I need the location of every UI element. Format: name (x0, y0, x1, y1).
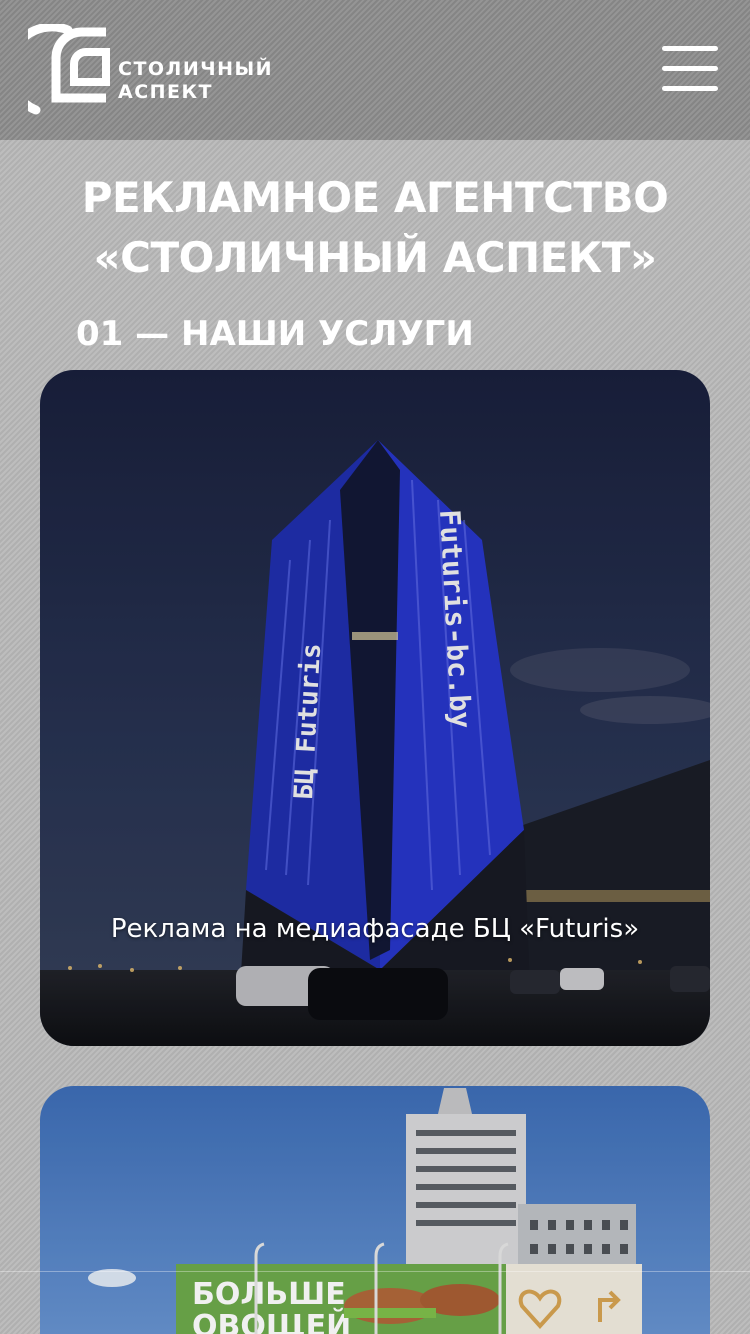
logo-line-2: АСПЕКТ (118, 81, 214, 103)
menu-bar (662, 86, 718, 91)
service-card-billboard[interactable]: БОЛЬШЕ ОВОЩЕЙ (40, 1086, 710, 1334)
hamburger-menu-icon[interactable] (662, 46, 718, 92)
logo[interactable]: СТОЛИЧНЫЙ АСПЕКТ (28, 24, 272, 116)
billboard-photo: БОЛЬШЕ ОВОЩЕЙ (40, 1086, 710, 1334)
service-card-mediafacade[interactable]: БЦ Futuris Futuris-bc.by Реклама на меди… (40, 370, 710, 1046)
menu-bar (662, 46, 718, 51)
site-header: СТОЛИЧНЫЙ АСПЕКТ (0, 0, 750, 140)
service-card-caption: Реклама на медиафасаде БЦ «Futuris» (110, 914, 640, 944)
section-title: 01 — НАШИ УСЛУГИ (76, 314, 474, 354)
logo-text: СТОЛИЧНЫЙ АСПЕКТ (118, 58, 273, 104)
page-title-line-2: «СТОЛИЧНЫЙ АСПЕКТ» (93, 233, 657, 282)
logo-mark-icon (28, 24, 110, 115)
page-title: РЕКЛАМНОЕ АГЕНТСТВО «СТОЛИЧНЫЙ АСПЕКТ» (0, 168, 750, 288)
divider (0, 1271, 750, 1272)
page-title-line-1: РЕКЛАМНОЕ АГЕНТСТВО (81, 173, 669, 222)
menu-bar (662, 66, 718, 71)
logo-line-1: СТОЛИЧНЫЙ (118, 58, 274, 80)
